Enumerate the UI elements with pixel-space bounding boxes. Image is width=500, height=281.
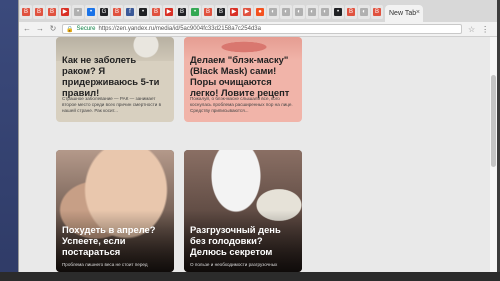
page-scrollbar[interactable] [490, 37, 497, 272]
favicon-icon: ◐ [269, 8, 277, 16]
favicon-icon: f [126, 8, 134, 16]
favicon-icon: ▶ [165, 8, 173, 16]
favicon-icon: B [113, 8, 121, 16]
browser-tab[interactable]: ◐ [358, 5, 370, 19]
browser-tab[interactable]: B [215, 5, 227, 19]
browser-tab[interactable]: B [150, 5, 162, 19]
browser-tab[interactable]: ◐ [306, 5, 318, 19]
reload-icon[interactable]: ↻ [48, 24, 58, 34]
browser-tab[interactable]: f [124, 5, 136, 19]
favicon-icon: B [347, 8, 355, 16]
favicon-icon: ◐ [360, 8, 368, 16]
forward-arrow-icon[interactable]: → [35, 24, 45, 34]
favicon-icon: B [373, 8, 381, 16]
favicon-icon: • [334, 8, 342, 16]
lock-icon: 🔒 [66, 26, 74, 33]
favicon-icon: ● [256, 8, 264, 16]
favicon-icon: B [22, 8, 30, 16]
favicon-icon: G [100, 8, 108, 16]
favicon-icon: • [191, 8, 199, 16]
favicon-icon: ▶ [61, 8, 69, 16]
desktop-bottom-edge [0, 272, 500, 281]
article-title[interactable]: Как не заболеть раком? Я придерживаюсь 5… [62, 54, 170, 98]
browser-tab[interactable]: B [111, 5, 123, 19]
browser-tab[interactable]: ◐ [293, 5, 305, 19]
browser-tab[interactable]: ▶ [59, 5, 71, 19]
feed-page: Как не заболеть раком? Я придерживаюсь 5… [19, 37, 497, 272]
article-excerpt: Пожалуй, о блэк-маске слышали все, кого … [190, 96, 293, 113]
favicon-icon: B [217, 8, 225, 16]
favicon-icon: ▶ [243, 8, 251, 16]
favicon-icon: B [204, 8, 212, 16]
article-excerpt: О пользе и необходимости разгрузочных [190, 262, 278, 267]
article-title[interactable]: Разгрузочный день без голодовки? Делюсь … [190, 224, 298, 257]
article-card[interactable]: Делаем "блэк-маску" (Black Mask) сами! П… [184, 37, 302, 122]
browser-tab[interactable]: ◐ [267, 5, 279, 19]
browser-tab[interactable]: • [72, 5, 84, 19]
browser-tab[interactable]: • [332, 5, 344, 19]
article-title[interactable]: Похудеть в апреле? Успеете, если постара… [62, 224, 170, 257]
favicon-icon: B [178, 8, 186, 16]
favicon-icon: B [35, 8, 43, 16]
favicon-icon: • [74, 8, 82, 16]
desktop-left-edge [0, 0, 18, 281]
back-arrow-icon[interactable]: ← [22, 24, 32, 34]
url-text[interactable]: https://zen.yandex.ru/media/id/5ac9004fc… [99, 26, 261, 32]
favicon-icon: ◐ [295, 8, 303, 16]
address-bar[interactable]: 🔒 Secure https://zen.yandex.ru/media/id/… [62, 24, 462, 34]
browser-tab[interactable]: B [33, 5, 45, 19]
favicon-icon: B [48, 8, 56, 16]
browser-window: B B B ▶ • • G Bf • B ▶ B • B B ▶ ▶ ● ◐ ◐ ◐ ◐ ◐ • B ◐ B New Tab × ←… [18, 0, 497, 272]
browser-tab[interactable]: ▶ [241, 5, 253, 19]
menu-icon[interactable]: ⋮ [481, 25, 489, 34]
browser-tab[interactable]: ▶ [228, 5, 240, 19]
article-title[interactable]: Делаем "блэк-маску" (Black Mask) сами! П… [190, 54, 298, 98]
tab-new-tab[interactable]: New Tab × [385, 5, 423, 22]
browser-tab[interactable]: • [189, 5, 201, 19]
browser-tab[interactable]: B [20, 5, 32, 19]
article-card[interactable]: Как не заболеть раком? Я придерживаюсь 5… [56, 37, 174, 122]
article-card[interactable]: Разгрузочный день без голодовки? Делюсь … [184, 150, 302, 272]
secure-label: Secure [76, 26, 96, 32]
browser-tab[interactable]: • [85, 5, 97, 19]
favicon-icon: B [152, 8, 160, 16]
favicon-icon: ▶ [230, 8, 238, 16]
browser-tab[interactable]: ◐ [319, 5, 331, 19]
favicon-icon: ◐ [308, 8, 316, 16]
close-icon[interactable]: × [416, 9, 420, 16]
browser-tab[interactable]: • [137, 5, 149, 19]
browser-tab[interactable]: ▶ [163, 5, 175, 19]
article-excerpt: Страшное заболевание — РАК — занимает вт… [62, 96, 162, 113]
browser-tab[interactable]: B [371, 5, 383, 19]
favicon-icon: • [87, 8, 95, 16]
browser-toolbar: ← → ↻ 🔒 Secure https://zen.yandex.ru/med… [19, 22, 497, 37]
article-card[interactable]: Похудеть в апреле? Успеете, если постара… [56, 150, 174, 272]
browser-tab[interactable]: ◐ [280, 5, 292, 19]
browser-tab[interactable]: B [202, 5, 214, 19]
tab-label: New Tab [389, 10, 417, 17]
article-excerpt: Проблема лишнего веса не стоит перед [62, 262, 148, 267]
favicon-icon: ◐ [282, 8, 290, 16]
favicon-icon: ◐ [321, 8, 329, 16]
favicon-icon: • [139, 8, 147, 16]
browser-tab[interactable]: B [46, 5, 58, 19]
browser-tab[interactable]: ● [254, 5, 266, 19]
browser-tab[interactable]: B [176, 5, 188, 19]
tab-strip: B B B ▶ • • G Bf • B ▶ B • B B ▶ ▶ ● ◐ ◐ ◐ ◐ ◐ • B ◐ B New Tab × [19, 0, 497, 22]
browser-tab[interactable]: G [98, 5, 110, 19]
browser-tab[interactable]: B [345, 5, 357, 19]
bookmark-star-icon[interactable]: ☆ [468, 25, 475, 34]
scrollbar-thumb[interactable] [491, 75, 496, 167]
